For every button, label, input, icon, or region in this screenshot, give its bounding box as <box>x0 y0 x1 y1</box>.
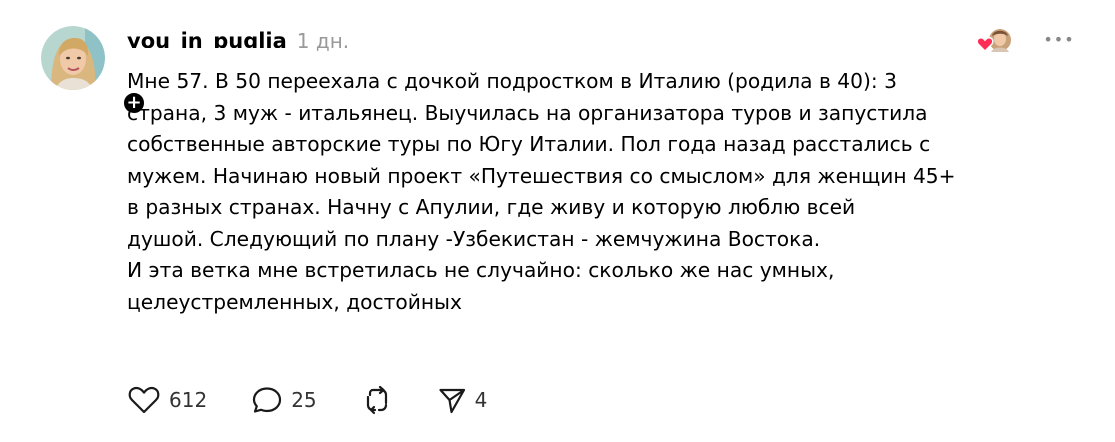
like-count: 612 <box>169 388 208 412</box>
avatar-container[interactable]: + <box>41 26 147 116</box>
post-body-line: Мне 57. В 50 переехала с дочкой подростк… <box>127 69 897 93</box>
comment-button[interactable]: 25 <box>251 385 317 415</box>
post-body-line: страна, 3 муж - итальянец. Выучилась на … <box>127 100 928 125</box>
comment-icon <box>253 387 282 413</box>
post: + you_in_puglia 1 дн. ••• Мне 57. В 50 п… <box>0 0 1115 442</box>
heart-icon <box>128 386 160 414</box>
repost-button[interactable] <box>361 385 393 415</box>
avatar[interactable] <box>41 26 105 90</box>
liked-by-indicator[interactable] <box>976 26 1016 56</box>
share-count: 4 <box>474 388 488 412</box>
post-header: you_in_puglia 1 дн. <box>127 26 349 56</box>
post-body: Мне 57. В 50 переехала с дочкой подростк… <box>127 66 1057 318</box>
repost-icon <box>366 385 387 415</box>
username[interactable]: you_in_puglia <box>127 26 287 48</box>
more-button[interactable]: ••• <box>1043 28 1075 50</box>
send-icon <box>439 388 465 414</box>
comment-count: 25 <box>291 388 317 412</box>
post-body-line: мужем. Начинаю новый проект «Путешествия… <box>127 163 956 188</box>
post-body-line: целеустремленных, достойных <box>127 289 462 314</box>
post-time[interactable]: 1 дн. <box>297 26 349 56</box>
share-button[interactable]: 4 <box>437 385 488 415</box>
action-bar: 612 25 4 <box>127 383 531 417</box>
post-body-line: душой. Следующий по плану -Узбекистан - … <box>127 226 821 251</box>
more-icon: ••• <box>1043 29 1075 49</box>
post-body-line: И эта ветка мне встретилась не случайно:… <box>127 258 835 282</box>
heart-icon <box>976 37 994 52</box>
post-body-line: собственные авторские туры по Югу Италии… <box>127 132 931 156</box>
post-body-line: в разных странах. Начну с Апулии, где жи… <box>127 195 856 219</box>
like-button[interactable]: 612 <box>127 385 207 415</box>
